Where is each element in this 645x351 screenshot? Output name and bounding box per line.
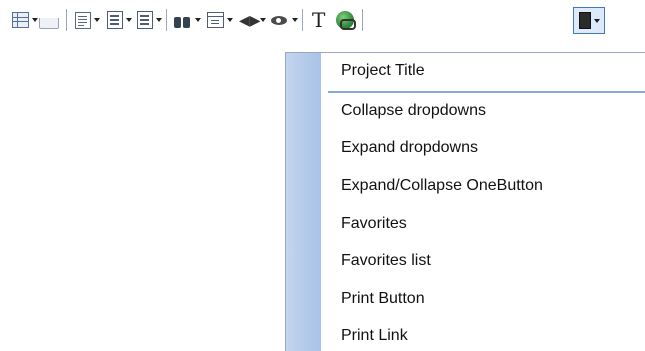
tray-icon: [39, 17, 59, 29]
grid-icon: [12, 12, 29, 28]
door-dropdown-button[interactable]: [573, 7, 605, 34]
chevron-down-icon: [156, 18, 162, 22]
panel-dropdown-button[interactable]: [207, 9, 233, 31]
menu-item-expand-collapse-onebutton[interactable]: Expand/Collapse OneButton: [341, 176, 543, 196]
toolbar: ◀▶ T: [0, 0, 645, 36]
text-button[interactable]: T: [312, 9, 325, 31]
toolbar-separator: [362, 9, 363, 31]
door-icon: [578, 12, 591, 29]
list-icon: [75, 11, 91, 29]
toolbar-separator: [66, 9, 67, 31]
tray-button[interactable]: [39, 9, 59, 31]
globe-link-icon: [336, 11, 356, 30]
screen: ◀▶ T Project Title Collapse dropdowns Ex…: [0, 0, 645, 351]
binoculars-dropdown-button[interactable]: [174, 9, 201, 31]
binoculars-icon: [174, 13, 192, 28]
dropdown-menu: Project Title Collapse dropdowns Expand …: [285, 52, 645, 351]
text-icon: T: [312, 8, 326, 32]
menu-item-expand-dropdowns[interactable]: Expand dropdowns: [341, 138, 478, 158]
chevron-down-icon: [195, 18, 201, 22]
list-dropdown-button[interactable]: [75, 9, 100, 31]
document-dropdown-button[interactable]: [107, 9, 132, 31]
split-dropdown-button[interactable]: ◀▶: [239, 9, 266, 31]
grid-dropdown-button[interactable]: [12, 9, 38, 31]
toolbar-separator: [166, 9, 167, 31]
menu-divider: [328, 91, 645, 93]
menu-item-favorites-list[interactable]: Favorites list: [341, 251, 431, 271]
chevron-down-icon: [227, 18, 233, 22]
split-icon: ◀▶: [239, 11, 261, 28]
view-dropdown-button[interactable]: [271, 9, 298, 31]
toolbar-separator: [302, 9, 303, 31]
menu-item-favorites[interactable]: Favorites: [341, 214, 407, 234]
menu-item-print-button[interactable]: Print Button: [341, 289, 425, 309]
panel-icon: [207, 12, 224, 28]
menu-item-print-link[interactable]: Print Link: [341, 326, 408, 346]
page-dropdown-button[interactable]: [137, 9, 162, 31]
chevron-down-icon: [593, 18, 600, 23]
menu-item-collapse-dropdowns[interactable]: Collapse dropdowns: [341, 101, 486, 121]
chevron-down-icon: [94, 18, 100, 22]
eye-icon: [271, 14, 289, 26]
chevron-down-icon: [32, 18, 38, 22]
menu-icon-gutter: [286, 53, 321, 351]
chevron-down-icon: [126, 18, 132, 22]
chevron-down-icon: [292, 18, 298, 22]
menu-header-project-title[interactable]: Project Title: [341, 61, 425, 81]
document-icon: [107, 11, 123, 29]
link-button[interactable]: [336, 9, 356, 31]
page-icon: [137, 11, 153, 29]
